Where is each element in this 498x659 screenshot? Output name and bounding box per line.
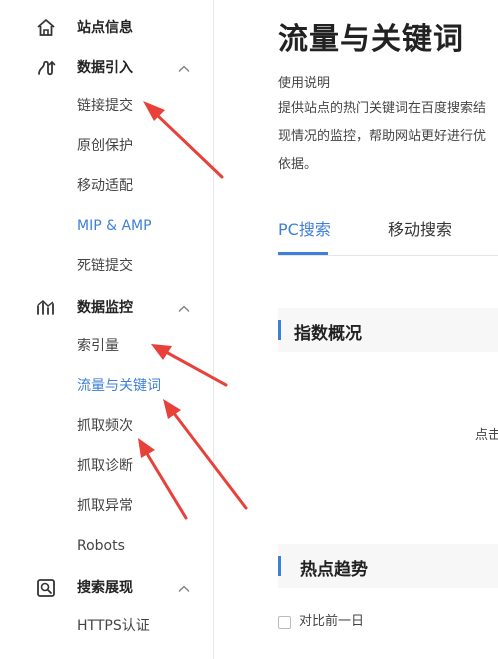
sidebar-item-mobile-adapt[interactable]: 移动适配 [77,176,133,196]
tab-mobile-search[interactable]: 移动搜索 [388,218,452,242]
search-display-icon [37,579,55,597]
search-type-tabs: PC搜索 移动搜索 [278,218,498,256]
sidebar: 站点信息 数据引入 链接提交 原创保护 移动适配 MIP & AMP 死链提交 … [0,0,214,659]
usage-description-line: 依据。 [278,157,318,172]
sidebar-item-robots[interactable]: Robots [77,536,125,556]
sidebar-item-crawl-error[interactable]: 抓取异常 [77,496,133,516]
hint-text: 点击 [475,428,498,443]
checkbox-label: 对比前一日 [299,614,365,629]
section-hot-trend: 热点趋势 [278,544,498,588]
tab-pc-search[interactable]: PC搜索 [278,218,331,242]
sidebar-item-index-volume[interactable]: 索引量 [77,336,119,356]
chevron-up-icon[interactable] [176,581,192,597]
sidebar-item-crawl-diagnosis[interactable]: 抓取诊断 [77,456,133,476]
section-index-overview: 指数概况 [278,308,498,352]
section-accent-bar [278,320,281,340]
sidebar-item-mip-amp[interactable]: MIP & AMP [77,216,152,236]
sidebar-item-https-auth[interactable]: HTTPS认证 [77,616,150,636]
checkbox-box[interactable] [278,616,291,629]
usage-title: 使用说明 [278,76,331,91]
sidebar-item-crawl-frequency[interactable]: 抓取频次 [77,416,133,436]
sidebar-item-link-submit[interactable]: 链接提交 [77,96,133,116]
chevron-up-icon[interactable] [176,301,192,317]
sidebar-group-label: 数据引入 [77,60,133,76]
section-accent-bar [278,556,281,576]
chevron-up-icon[interactable] [176,61,192,77]
page-title: 流量与关键词 [278,22,464,57]
import-icon [38,60,56,76]
active-tab-underline [278,252,328,255]
sidebar-group-search-display[interactable]: 搜索展现 [0,568,213,608]
home-icon [37,19,55,36]
usage-description-line: 提供站点的热门关键词在百度搜索结 [278,101,487,116]
monitor-chart-icon [37,300,54,315]
section-title: 热点趋势 [300,560,368,580]
sidebar-group-label: 站点信息 [77,20,133,36]
sidebar-item-traffic-keywords[interactable]: 流量与关键词 [77,376,161,396]
sidebar-group-site-info[interactable]: 站点信息 [0,8,213,48]
sidebar-group-data-monitor[interactable]: 数据监控 [0,288,213,328]
section-title: 指数概况 [294,324,362,344]
usage-description-line: 现情况的监控，帮助网站更好进行优 [278,129,487,144]
sidebar-item-original-protect[interactable]: 原创保护 [77,136,133,156]
main-content: 流量与关键词 使用说明 提供站点的热门关键词在百度搜索结 现情况的监控，帮助网站… [215,0,498,659]
sidebar-item-deadlink-submit[interactable]: 死链提交 [77,256,133,276]
sidebar-group-data-import[interactable]: 数据引入 [0,48,213,88]
sidebar-group-label: 数据监控 [77,300,133,316]
sidebar-group-label: 搜索展现 [77,580,133,596]
